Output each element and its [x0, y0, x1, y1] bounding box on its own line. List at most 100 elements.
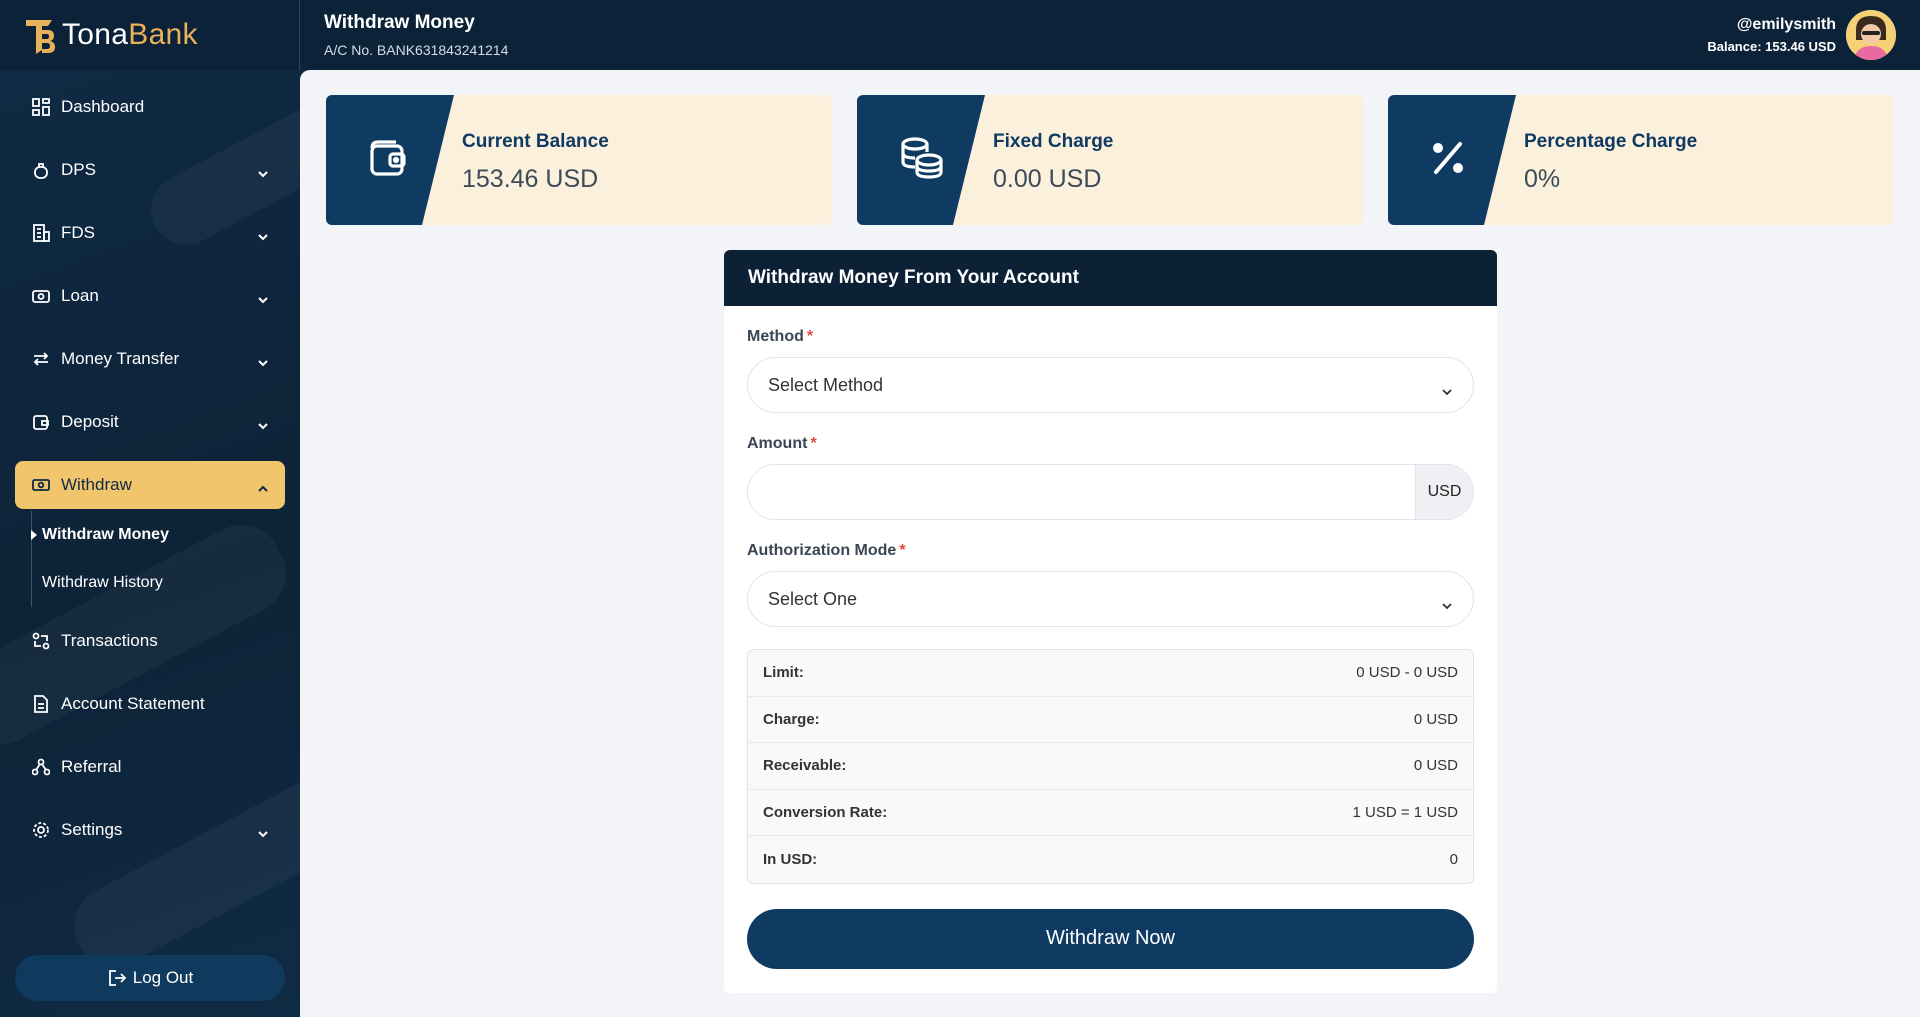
submenu-withdraw-history[interactable]: Withdraw History	[32, 559, 285, 607]
method-label-text: Method	[747, 328, 804, 345]
chevron-down-icon	[257, 163, 269, 183]
coins-icon	[897, 134, 945, 187]
transactions-icon	[31, 631, 51, 651]
chevron-down-icon	[257, 226, 269, 246]
card-value: 153.46 USD	[462, 165, 599, 193]
withdraw-now-button[interactable]: Withdraw Now	[747, 908, 1474, 969]
sidebar-item-transactions[interactable]: Transactions	[15, 617, 285, 665]
form-body: Method * Select Method Amount * USD Author…	[724, 306, 1497, 969]
form-title: Withdraw Money From Your Account	[724, 250, 1497, 306]
withdraw-submenu: Withdraw Money Withdraw History	[31, 511, 285, 607]
wallet-icon	[366, 136, 410, 185]
brand-name-part2: Bank	[128, 18, 198, 51]
chevron-down-icon	[257, 415, 269, 435]
summary-value: 0 USD - 0 USD	[1356, 664, 1458, 682]
card-value: 0.00 USD	[993, 165, 1102, 193]
amount-currency: USD	[1415, 465, 1473, 519]
summary-key: Conversion Rate:	[763, 804, 888, 822]
card-title: Percentage Charge	[1524, 131, 1698, 152]
transfer-arrows-icon	[31, 349, 51, 369]
summary-value: 1 USD = 1 USD	[1352, 804, 1458, 822]
percentage-charge-card: Percentage Charge 0%	[1388, 95, 1894, 225]
sidebar-item-label: Dashboard	[61, 97, 145, 116]
sidebar-item-money-transfer[interactable]: Money Transfer	[15, 335, 285, 383]
loan-icon	[31, 286, 51, 306]
sidebar-item-label: Settings	[61, 820, 123, 839]
sidebar-item-deposit[interactable]: Deposit	[15, 398, 285, 446]
sidebar-item-label: Money Transfer	[61, 349, 180, 368]
card-icon-box	[1388, 95, 1516, 225]
sidebar-item-account-statement[interactable]: Account Statement	[15, 680, 285, 728]
authorization-label-text: Authorization Mode	[747, 542, 897, 559]
chevron-down-icon	[1441, 380, 1453, 401]
sidebar-item-label: Deposit	[61, 412, 119, 431]
sidebar-item-label: DPS	[61, 160, 96, 179]
referral-network-icon	[31, 757, 51, 777]
amount-label-text: Amount	[747, 435, 808, 452]
chevron-up-icon	[257, 478, 269, 498]
summary-value: 0	[1449, 851, 1458, 869]
sidebar-item-settings[interactable]: Settings	[15, 806, 285, 854]
brand-name-part1: Tona	[62, 18, 129, 51]
brand-logo[interactable]: TonaBank	[0, 0, 300, 70]
bank-building-icon	[31, 223, 51, 243]
required-mark: *	[810, 435, 817, 452]
avatar[interactable]	[1846, 10, 1896, 60]
fixed-charge-card: Fixed Charge 0.00 USD	[857, 95, 1363, 225]
withdraw-form-panel: Withdraw Money From Your Account Method *…	[724, 250, 1497, 993]
sidebar-item-referral[interactable]: Referral	[15, 743, 285, 791]
cash-icon	[31, 475, 51, 495]
document-icon	[31, 694, 51, 714]
logout-icon	[107, 969, 127, 987]
amount-input[interactable]	[748, 465, 1415, 519]
current-balance-card: Current Balance 153.46 USD	[326, 95, 832, 225]
gear-icon	[31, 820, 51, 840]
method-select-value: Select Method	[768, 374, 884, 395]
amount-label: Amount *	[747, 435, 1474, 453]
sidebar-item-fds[interactable]: FDS	[15, 209, 285, 257]
logout-button[interactable]: Log Out	[15, 955, 285, 1001]
user-balance: Balance: 153.46 USD	[1707, 39, 1836, 54]
chevron-down-icon	[257, 352, 269, 372]
brand-name: TonaBank	[62, 18, 198, 52]
summary-key: Limit:	[763, 664, 804, 682]
authorization-select-value: Select One	[768, 588, 858, 609]
sidebar-item-label: FDS	[61, 223, 95, 242]
withdraw-summary-table: Limit: 0 USD - 0 USD Charge: 0 USD Recei…	[747, 649, 1474, 884]
summary-key: In USD:	[763, 851, 818, 869]
user-menu[interactable]: @emilysmith Balance: 153.46 USD	[1707, 10, 1896, 60]
summary-cards: Current Balance 153.46 USD Fixed Charge …	[326, 95, 1894, 225]
page-title: Withdraw Money	[324, 12, 475, 33]
card-value: 0%	[1524, 165, 1561, 193]
summary-value: 0 USD	[1413, 710, 1458, 728]
summary-row-in-usd: In USD: 0	[748, 836, 1473, 883]
summary-value: 0 USD	[1413, 757, 1458, 775]
sidebar-item-dps[interactable]: DPS	[15, 146, 285, 194]
chevron-down-icon	[257, 823, 269, 843]
method-select[interactable]: Select Method	[747, 357, 1474, 413]
authorization-label: Authorization Mode *	[747, 542, 1474, 560]
sidebar-item-loan[interactable]: Loan	[15, 272, 285, 320]
sidebar-item-dashboard[interactable]: Dashboard	[15, 83, 285, 131]
dashboard-icon	[31, 97, 51, 117]
required-mark: *	[899, 542, 906, 559]
tonabank-logo-icon	[24, 16, 56, 54]
sidebar: Dashboard DPS FDS Loan Money Transfer De…	[0, 70, 300, 1017]
account-number: A/C No. BANK631843241214	[324, 42, 509, 58]
submenu-withdraw-money[interactable]: Withdraw Money	[31, 511, 285, 559]
piggy-bank-icon	[31, 160, 51, 180]
percent-icon	[1428, 138, 1468, 183]
balance-label: Balance:	[1707, 39, 1762, 54]
card-icon-box	[857, 95, 985, 225]
amount-input-group: USD	[747, 464, 1474, 520]
card-title: Fixed Charge	[993, 131, 1114, 152]
logout-label: Log Out	[132, 968, 194, 987]
sidebar-item-withdraw[interactable]: Withdraw	[15, 461, 285, 509]
authorization-select[interactable]: Select One	[747, 571, 1474, 627]
required-mark: *	[806, 328, 814, 345]
wallet-icon	[31, 412, 51, 432]
chevron-down-icon	[1441, 594, 1453, 615]
main-content: Current Balance 153.46 USD Fixed Charge …	[300, 70, 1920, 1017]
page-heading: Withdraw Money A/C No. BANK631843241214	[324, 12, 508, 58]
user-info: @emilysmith Balance: 153.46 USD	[1707, 16, 1836, 54]
